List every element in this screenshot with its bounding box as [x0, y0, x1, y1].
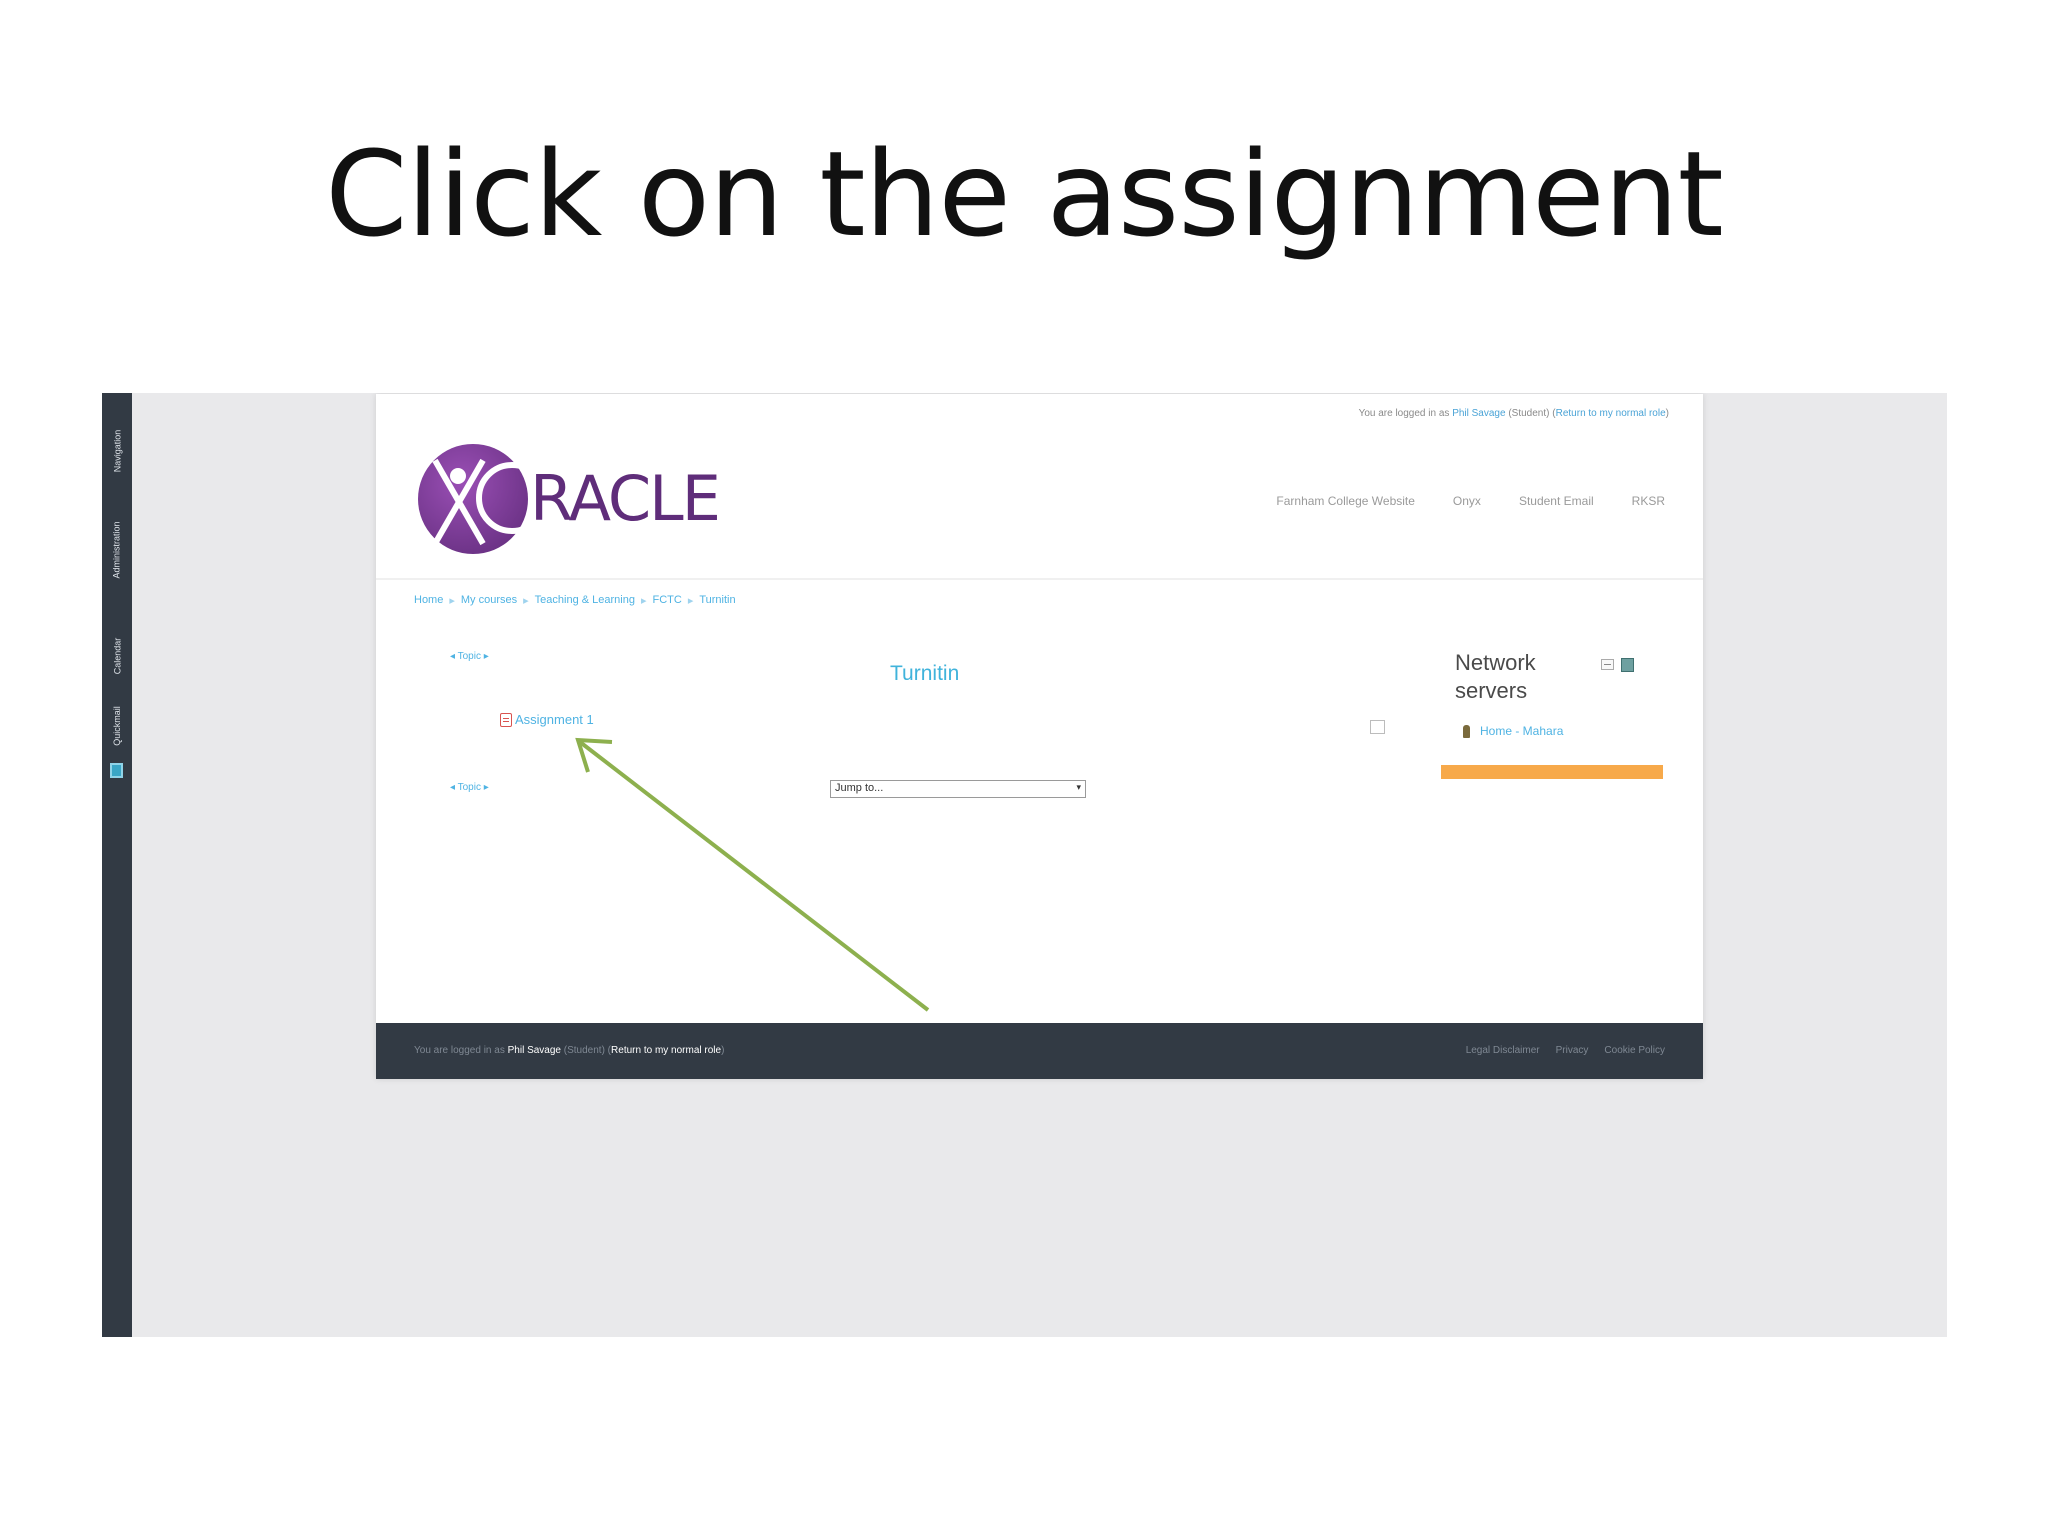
slide-title: Click on the assignment — [325, 125, 1724, 263]
dock-book-icon[interactable] — [110, 763, 123, 778]
login-user-link[interactable]: Phil Savage — [1452, 408, 1505, 419]
slide: Click on the assignment Navigation Admin… — [0, 0, 2048, 1536]
footer-cookie-link[interactable]: Cookie Policy — [1604, 1045, 1665, 1056]
footer-legal-link[interactable]: Legal Disclaimer — [1466, 1045, 1540, 1056]
completion-checkbox[interactable] — [1370, 720, 1385, 734]
footer-privacy-link[interactable]: Privacy — [1556, 1045, 1589, 1056]
chevron-down-icon: ▾ — [1076, 782, 1081, 792]
breadcrumb-fctc[interactable]: FCTC — [652, 594, 681, 607]
header-divider — [376, 578, 1703, 580]
footer-login-info: You are logged in as Phil Savage (Studen… — [414, 1045, 725, 1056]
breadcrumb-my-courses[interactable]: My courses — [461, 594, 517, 607]
breadcrumb-home[interactable]: Home — [414, 594, 443, 607]
breadcrumb-turnitin[interactable]: Turnitin — [699, 594, 735, 607]
footer-links: Legal Disclaimer Privacy Cookie Policy — [1466, 1045, 1665, 1056]
assignment-label: Assignment 1 — [515, 712, 594, 727]
topic-nav-bottom[interactable]: ◂ Topic ▸ — [450, 782, 489, 793]
assignment-icon — [500, 712, 512, 727]
nav-college-website[interactable]: Farnham College Website — [1276, 494, 1415, 508]
logo-text: RACLE — [530, 462, 721, 535]
footer-return-role-link[interactable]: Return to my normal role — [611, 1045, 721, 1056]
person-icon — [1463, 724, 1470, 738]
dock-tab-navigation[interactable]: Navigation — [102, 411, 132, 491]
nav-onyx[interactable]: Onyx — [1453, 494, 1481, 508]
jump-to-select[interactable]: Jump to... ▾ — [830, 780, 1086, 798]
block-title: Network servers — [1455, 650, 1536, 703]
moodle-page: You are logged in as Phil Savage (Studen… — [376, 394, 1703, 1079]
nav-rksr[interactable]: RKSR — [1632, 494, 1665, 508]
nav-student-email[interactable]: Student Email — [1519, 494, 1594, 508]
network-servers-block: Network servers Home - Mahara — [1441, 639, 1691, 789]
assignment-link[interactable]: Assignment 1 — [500, 712, 594, 727]
dock-tab-calendar[interactable]: Calendar — [102, 621, 132, 691]
oracle-logo[interactable]: RACLE — [418, 444, 721, 559]
dock-tab-quickmail[interactable]: Quickmail — [102, 701, 132, 751]
browser-screenshot: Navigation Administration Calendar Quick… — [102, 393, 1947, 1337]
topic-nav-top[interactable]: ◂ Topic ▸ — [450, 651, 489, 662]
top-nav: Farnham College Website Onyx Student Ema… — [1276, 494, 1665, 508]
footer-user-link[interactable]: Phil Savage — [508, 1045, 561, 1056]
login-info: You are logged in as Phil Savage (Studen… — [1358, 408, 1669, 419]
dock-sidebar: Navigation Administration Calendar Quick… — [102, 393, 132, 1337]
dock-block-icon[interactable] — [1621, 658, 1634, 672]
block-item-mahara[interactable]: Home - Mahara — [1463, 724, 1563, 738]
collapse-icon[interactable] — [1601, 659, 1614, 670]
dock-tab-administration[interactable]: Administration — [102, 505, 132, 595]
section-title: Turnitin — [890, 662, 960, 685]
breadcrumb-teaching-learning[interactable]: Teaching & Learning — [535, 594, 635, 607]
page-footer: You are logged in as Phil Savage (Studen… — [376, 1023, 1703, 1079]
breadcrumb: Home ▸ My courses ▸ Teaching & Learning ▸ F… — [414, 594, 736, 607]
return-role-link[interactable]: Return to my normal role — [1556, 408, 1666, 419]
block-footer-bar — [1441, 765, 1663, 779]
